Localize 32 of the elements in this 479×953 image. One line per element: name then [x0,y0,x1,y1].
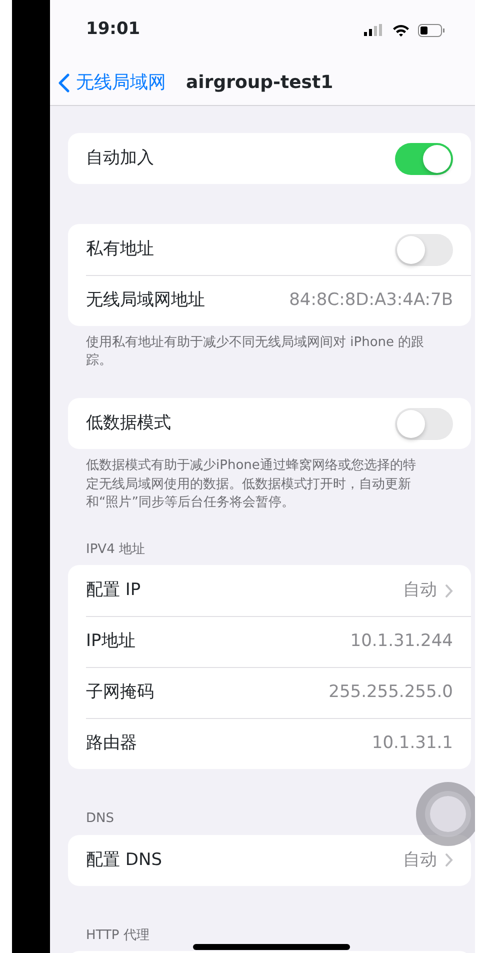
row-label: 无线局域网地址 [86,288,205,312]
row-label: 低数据模式 [86,412,171,436]
section-footer: 使用私有地址有助于减少不同无线局域网间对 iPhone 的跟踪。 [68,326,471,370]
row-value: 255.255.255.0 [328,681,453,704]
section-footer: 低数据模式有助于减少iPhone通过蜂窝网络或您选择的特定无线局域网使用的数据。低数据模式打开时，自动更新和“照片”同步等后台任务将会暂停。 [68,449,471,512]
section-header: DNS [86,810,114,828]
battery-icon [418,24,445,36]
settings-row[interactable]: 配置 IP 自动 [68,565,471,616]
row-value: 84:8C:8D:A3:4A:7B [289,288,453,312]
row-label: 私有地址 [86,238,154,261]
toggle-switch[interactable] [395,234,453,266]
wifi-icon [392,24,410,36]
row-label: 子网掩码 [86,681,154,704]
row-value: 自动 [403,579,437,602]
chevron-icon [445,584,453,598]
section-header: IPV4 地址 [86,540,145,559]
row-value: 10.1.31.244 [350,630,453,654]
back-button[interactable]: 无线局域网 [58,69,166,96]
row-label: IP地址 [86,630,136,654]
chevron-icon [58,72,70,92]
toggle-switch[interactable] [395,142,453,174]
signal-icon [364,24,384,36]
toggle-switch[interactable] [395,408,453,440]
settings-row[interactable]: 配置 DNS 自动 [68,834,471,886]
chevron-icon [445,853,453,868]
nav-title: airgroup-test1 [186,71,334,95]
row-label: 自动加入 [86,146,154,170]
section-header: HTTP 代理 [86,926,150,945]
status-time: 19:01 [86,18,140,42]
row-value: 自动 [403,848,437,872]
row-value: 10.1.31.1 [372,732,453,756]
row-label: 路由器 [86,732,137,756]
